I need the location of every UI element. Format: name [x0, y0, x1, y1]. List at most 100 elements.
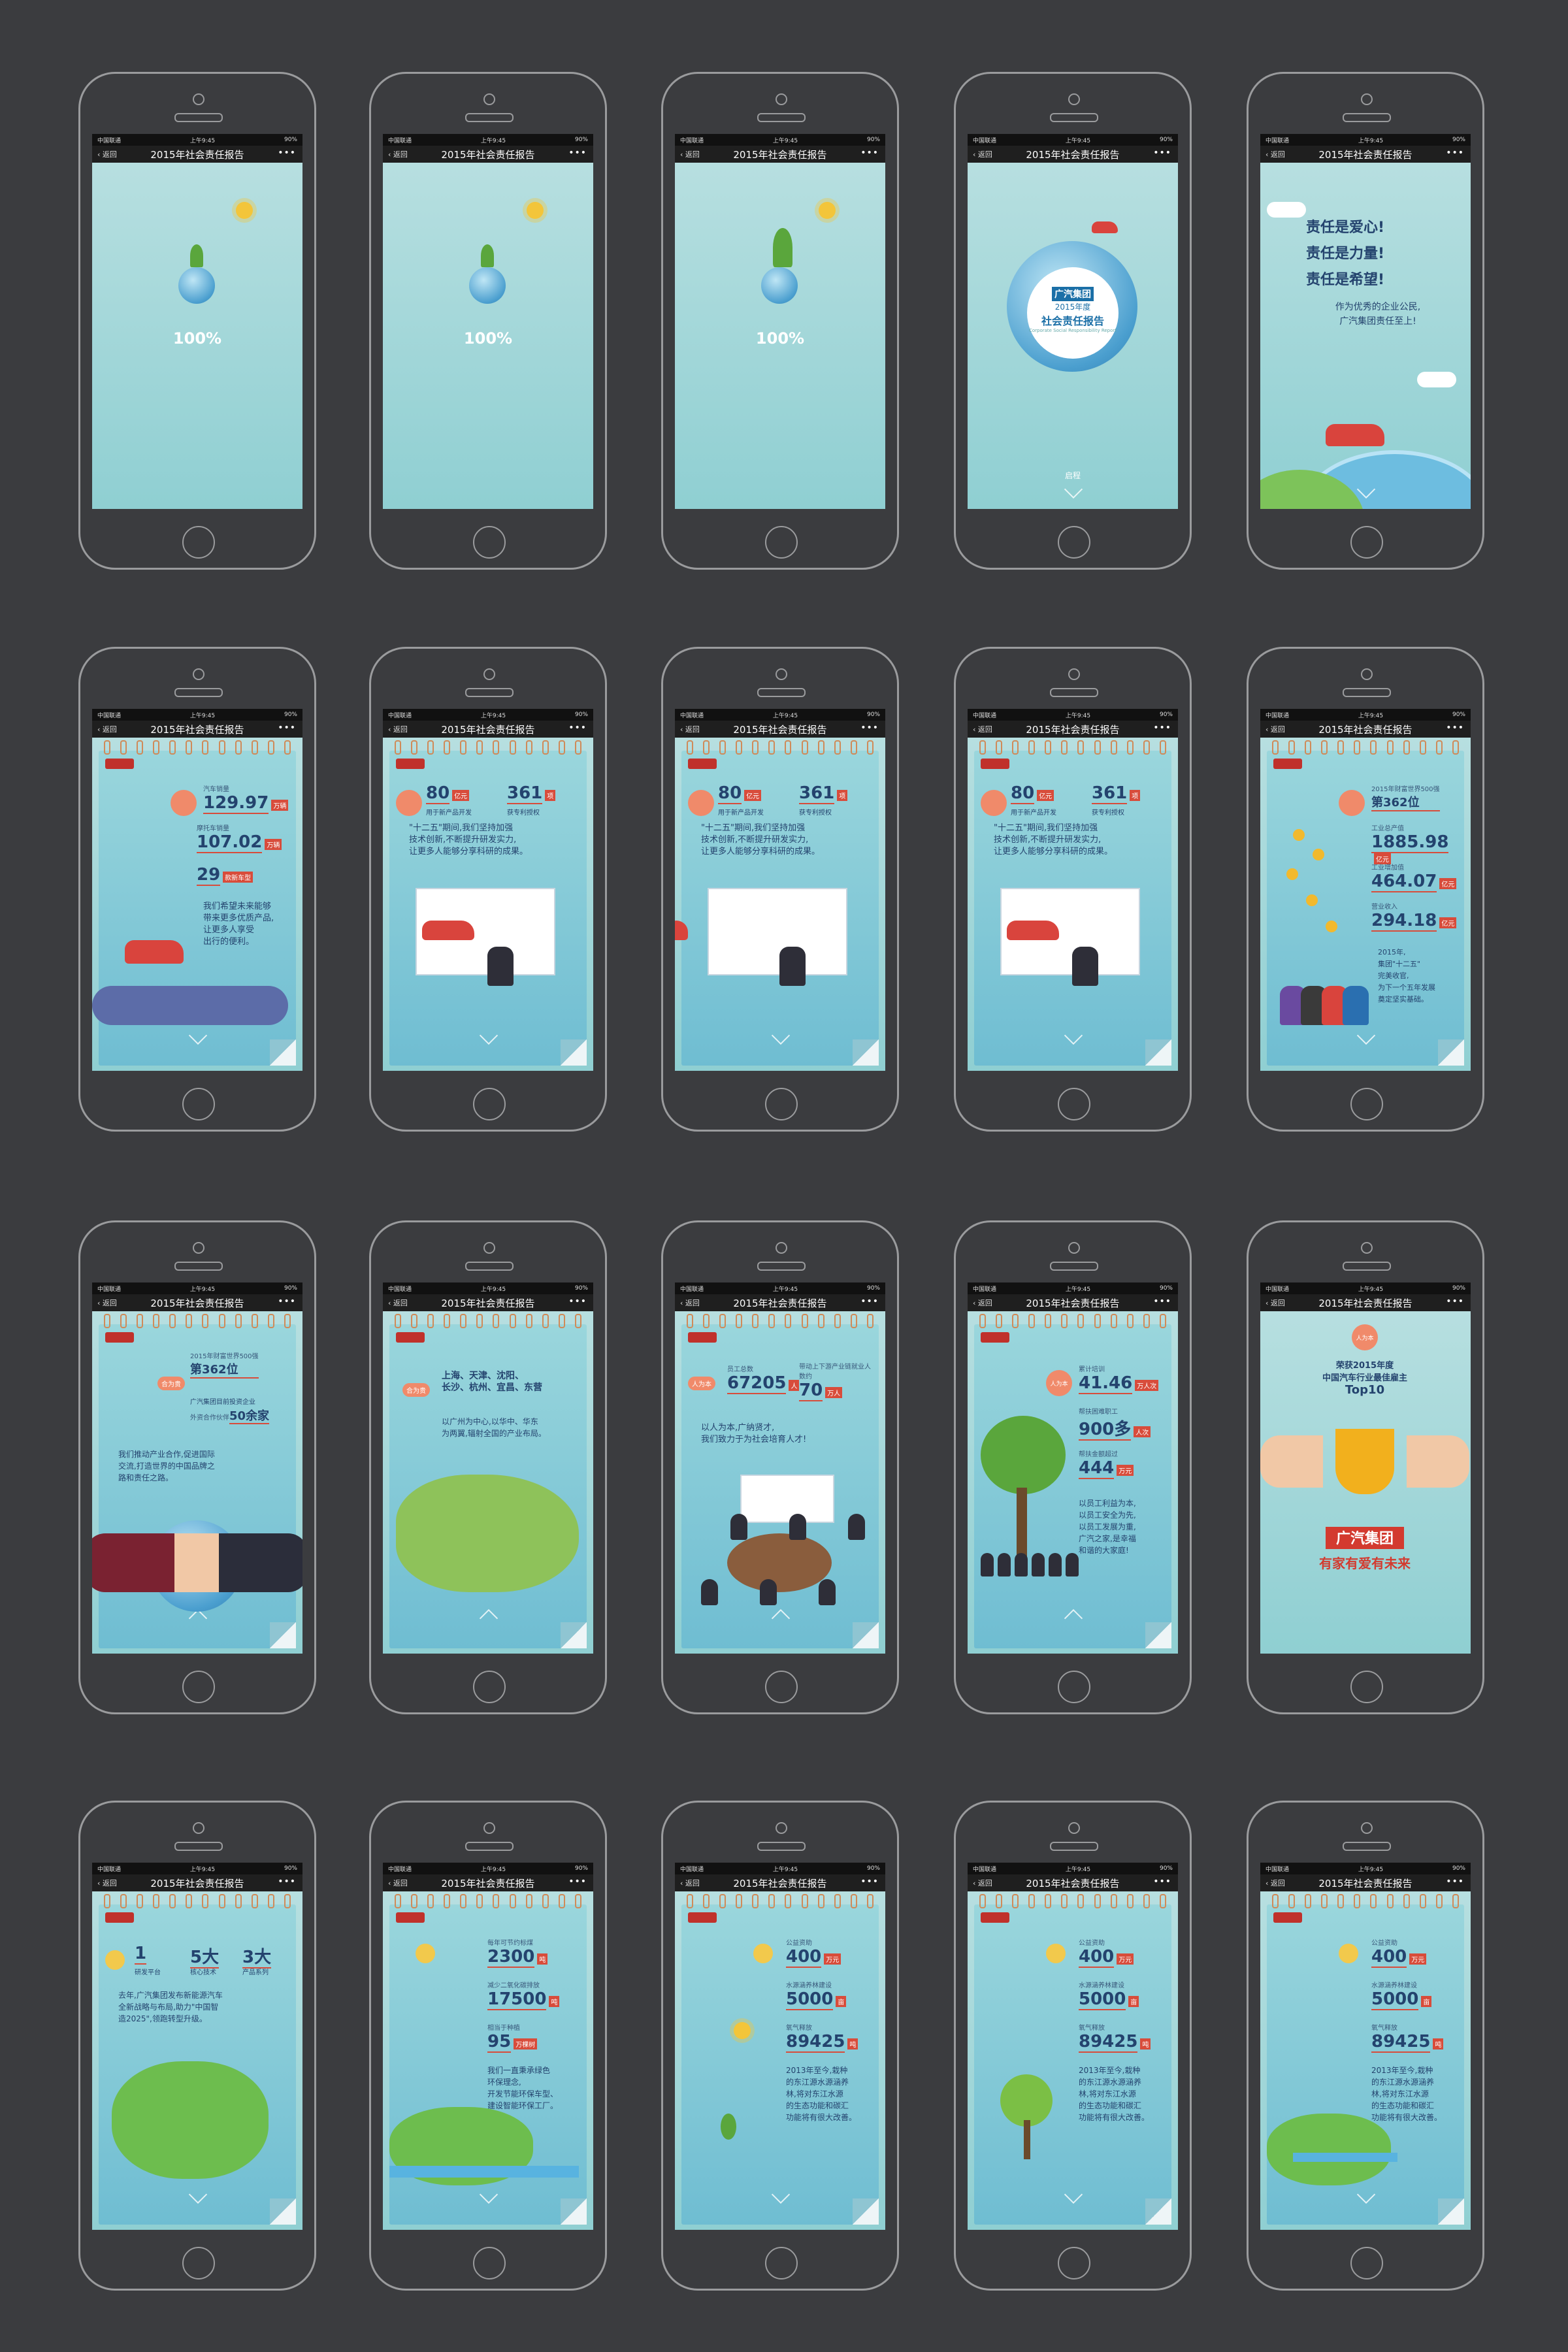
- back-button[interactable]: ‹ 返回: [97, 149, 117, 159]
- more-button[interactable]: •••: [278, 723, 296, 733]
- home-button[interactable]: [765, 1671, 798, 1703]
- back-button[interactable]: ‹ 返回: [973, 149, 992, 159]
- home-button[interactable]: [473, 526, 506, 559]
- more-button[interactable]: •••: [1446, 1296, 1464, 1307]
- more-button[interactable]: •••: [860, 1296, 879, 1307]
- start-label[interactable]: 启程: [968, 470, 1178, 481]
- scroll-down-icon[interactable]: [771, 2185, 791, 2204]
- page-curl[interactable]: [561, 1622, 587, 1648]
- scroll-down-icon[interactable]: [771, 1026, 791, 1045]
- person-figure: [819, 1579, 836, 1605]
- back-button[interactable]: ‹ 返回: [388, 149, 408, 159]
- battery-label: 90%: [866, 1285, 880, 1292]
- scroll-down-icon[interactable]: [188, 2185, 208, 2204]
- binder-ring: [104, 1314, 110, 1328]
- stat-value: 89425: [786, 2032, 845, 2053]
- back-button[interactable]: ‹ 返回: [973, 1878, 992, 1888]
- scroll-down-icon[interactable]: [1064, 480, 1083, 499]
- carrier-label: 中国联通: [680, 137, 704, 144]
- home-button[interactable]: [1350, 1088, 1383, 1120]
- back-button[interactable]: ‹ 返回: [97, 1878, 117, 1888]
- back-button[interactable]: ‹ 返回: [1266, 1878, 1285, 1888]
- binder-ring: [1028, 1314, 1036, 1328]
- page-curl[interactable]: [1145, 2198, 1171, 2225]
- page-curl[interactable]: [1438, 2198, 1464, 2225]
- scroll-up-icon[interactable]: [479, 1609, 498, 1628]
- scroll-up-icon[interactable]: [1064, 1609, 1083, 1628]
- scroll-down-icon[interactable]: [188, 1026, 208, 1045]
- home-button[interactable]: [1058, 2247, 1090, 2279]
- back-button[interactable]: ‹ 返回: [680, 724, 700, 734]
- scroll-up-icon[interactable]: [771, 1609, 791, 1628]
- more-button[interactable]: •••: [568, 1876, 587, 1887]
- home-button[interactable]: [182, 1671, 215, 1703]
- scroll-down-icon[interactable]: [1064, 1026, 1083, 1045]
- page-curl[interactable]: [853, 2198, 879, 2225]
- home-button[interactable]: [1350, 2247, 1383, 2279]
- back-button[interactable]: ‹ 返回: [97, 724, 117, 734]
- more-button[interactable]: •••: [568, 1296, 587, 1307]
- more-button[interactable]: •••: [1446, 723, 1464, 733]
- home-button[interactable]: [182, 2247, 215, 2279]
- back-button[interactable]: ‹ 返回: [1266, 149, 1285, 159]
- back-button[interactable]: ‹ 返回: [1266, 1298, 1285, 1308]
- page-curl[interactable]: [853, 1039, 879, 1066]
- content-area: 每年可节约标煤 2300 吨减少二氧化碳排放 17500 吨相当于种植 95 万棵树 我们一直…: [383, 1891, 593, 2230]
- more-button[interactable]: •••: [278, 1876, 296, 1887]
- scroll-down-icon[interactable]: [1356, 2185, 1376, 2204]
- more-button[interactable]: •••: [1446, 148, 1464, 158]
- more-button[interactable]: •••: [860, 1876, 879, 1887]
- more-button[interactable]: •••: [1446, 1876, 1464, 1887]
- more-button[interactable]: •••: [860, 723, 879, 733]
- back-button[interactable]: ‹ 返回: [973, 724, 992, 734]
- page-curl[interactable]: [1145, 1622, 1171, 1648]
- home-button[interactable]: [182, 526, 215, 559]
- home-button[interactable]: [765, 1088, 798, 1120]
- page-curl[interactable]: [853, 1622, 879, 1648]
- scroll-down-icon[interactable]: [1356, 1026, 1376, 1045]
- stat-block: 工业增加值 464.07 亿元: [1371, 862, 1457, 892]
- scroll-down-icon[interactable]: [479, 1026, 498, 1045]
- home-button[interactable]: [1058, 1671, 1090, 1703]
- page-curl[interactable]: [561, 2198, 587, 2225]
- back-button[interactable]: ‹ 返回: [680, 1298, 700, 1308]
- home-button[interactable]: [473, 1671, 506, 1703]
- back-button[interactable]: ‹ 返回: [680, 149, 700, 159]
- page-curl[interactable]: [561, 1039, 587, 1066]
- back-button[interactable]: ‹ 返回: [1266, 724, 1285, 734]
- page-curl[interactable]: [270, 1039, 296, 1066]
- more-button[interactable]: •••: [278, 148, 296, 158]
- more-button[interactable]: •••: [278, 1296, 296, 1307]
- home-button[interactable]: [473, 2247, 506, 2279]
- rd-badge-icon: [981, 790, 1007, 816]
- back-button[interactable]: ‹ 返回: [388, 1878, 408, 1888]
- back-button[interactable]: ‹ 返回: [97, 1298, 117, 1308]
- home-button[interactable]: [1058, 1088, 1090, 1120]
- back-button[interactable]: ‹ 返回: [680, 1878, 700, 1888]
- page-curl[interactable]: [270, 2198, 296, 2225]
- more-button[interactable]: •••: [1153, 148, 1171, 158]
- scroll-down-icon[interactable]: [1064, 2185, 1083, 2204]
- home-button[interactable]: [765, 2247, 798, 2279]
- page-curl[interactable]: [270, 1622, 296, 1648]
- back-button[interactable]: ‹ 返回: [388, 724, 408, 734]
- speaker-icon: [174, 688, 223, 697]
- home-button[interactable]: [765, 526, 798, 559]
- back-button[interactable]: ‹ 返回: [388, 1298, 408, 1308]
- more-button[interactable]: •••: [1153, 1876, 1171, 1887]
- more-button[interactable]: •••: [860, 148, 879, 158]
- scroll-down-icon[interactable]: [479, 2185, 498, 2204]
- home-button[interactable]: [1350, 1671, 1383, 1703]
- home-button[interactable]: [182, 1088, 215, 1120]
- back-button[interactable]: ‹ 返回: [973, 1298, 992, 1308]
- home-button[interactable]: [1058, 526, 1090, 559]
- home-button[interactable]: [1350, 526, 1383, 559]
- more-button[interactable]: •••: [568, 723, 587, 733]
- page-curl[interactable]: [1145, 1039, 1171, 1066]
- home-button[interactable]: [473, 1088, 506, 1120]
- page-curl[interactable]: [1438, 1039, 1464, 1066]
- more-button[interactable]: •••: [1153, 1296, 1171, 1307]
- more-button[interactable]: •••: [568, 148, 587, 158]
- scroll-up-icon[interactable]: [188, 1609, 208, 1628]
- more-button[interactable]: •••: [1153, 723, 1171, 733]
